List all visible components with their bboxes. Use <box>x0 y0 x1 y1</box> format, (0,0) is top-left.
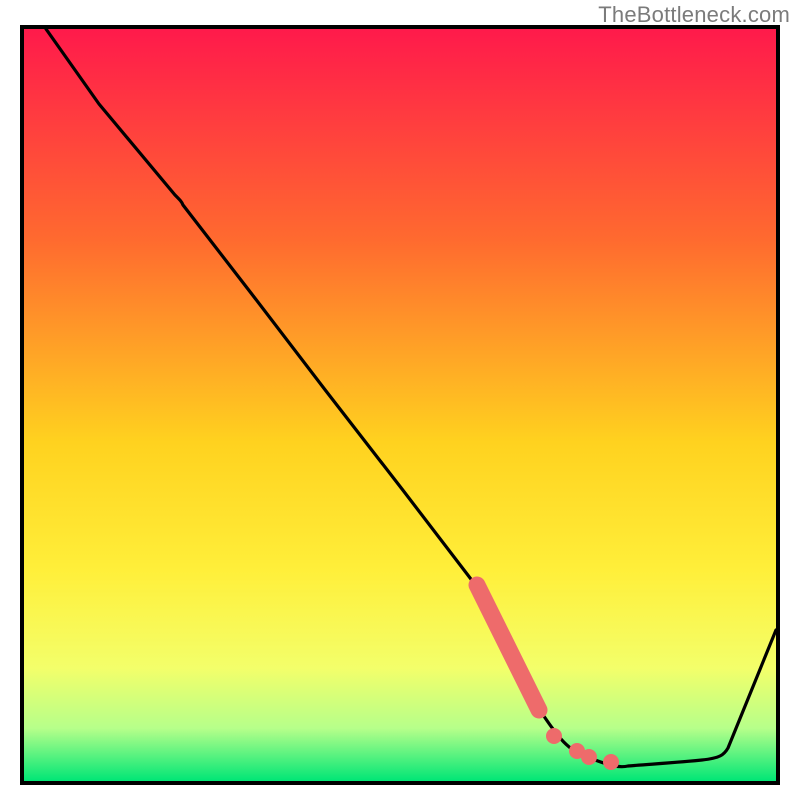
highlight-dot <box>546 728 562 744</box>
plot-background <box>24 29 776 781</box>
bottleneck-chart <box>0 0 800 800</box>
chart-container: TheBottleneck.com <box>0 0 800 800</box>
highlight-dot <box>603 754 619 770</box>
highlight-dot <box>581 749 597 765</box>
